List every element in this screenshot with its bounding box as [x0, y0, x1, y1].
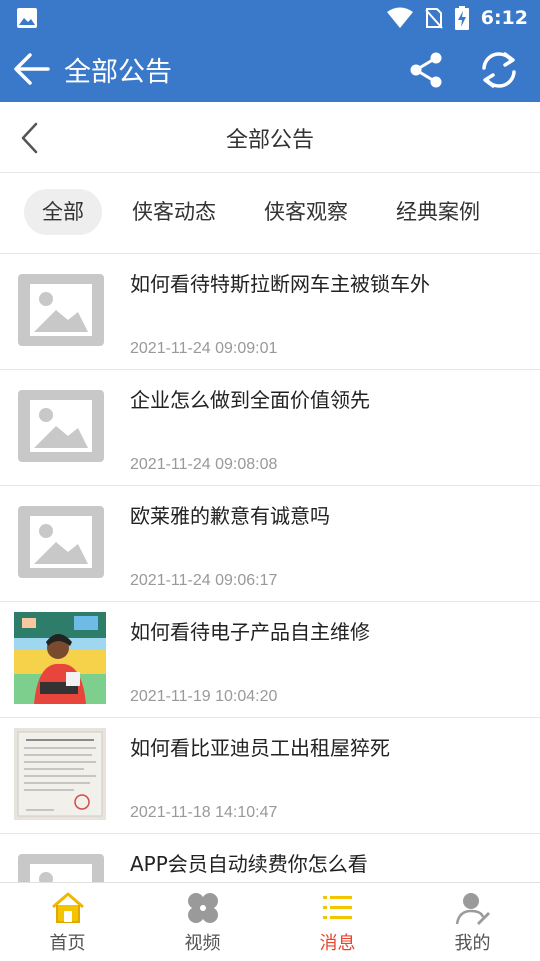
battery-charging-icon — [454, 6, 469, 30]
tab-all[interactable]: 全部 — [24, 189, 102, 235]
list-item[interactable]: 企业怎么做到全面价值领先 2021-11-24 09:08:08 — [0, 370, 540, 486]
bottom-nav: 首页 视频 消息 我的 — [0, 882, 540, 961]
tab-xiake-news[interactable]: 侠客动态 — [124, 189, 224, 235]
tab-xiake-observation[interactable]: 侠客观察 — [256, 189, 356, 235]
placeholder-image-icon — [16, 388, 106, 464]
nav-profile-label: 我的 — [454, 933, 491, 954]
list-item[interactable]: 如何看比亚迪员工出租屋猝死 2021-11-18 14:10:47 — [0, 718, 540, 834]
page-title: 全部公告 — [225, 128, 314, 153]
placeholder-image-icon — [16, 504, 106, 580]
document-photo-image — [14, 728, 106, 820]
status-bar: 6:12 — [0, 0, 540, 36]
status-time: 6:12 — [480, 7, 528, 29]
list-item[interactable]: 欧莱雅的歉意有诚意吗 2021-11-24 09:06:17 — [0, 486, 540, 602]
refresh-icon[interactable] — [478, 50, 520, 90]
message-list-icon — [322, 896, 352, 919]
profile-icon — [455, 893, 490, 925]
nav-video-label: 视频 — [184, 933, 221, 954]
article-date: 2021-11-18 14:10:47 — [130, 804, 278, 821]
nav-message-label: 消息 — [319, 933, 356, 954]
video-icon — [187, 893, 218, 923]
article-date: 2021-11-24 09:08:08 — [130, 456, 278, 473]
back-arrow-icon[interactable] — [12, 51, 50, 87]
placeholder-image-icon — [16, 272, 106, 348]
wifi-icon — [386, 7, 413, 28]
article-date: 2021-11-24 09:09:01 — [130, 340, 278, 357]
article-title: APP会员自动续费你怎么看 — [130, 852, 368, 876]
article-date: 2021-11-19 10:04:20 — [130, 688, 278, 705]
app-bar: 全部公告 — [0, 36, 540, 102]
article-date: 2021-11-24 09:06:17 — [130, 572, 278, 589]
no-sim-icon — [424, 8, 443, 29]
sub-header: 全部公告 — [0, 102, 540, 173]
article-list: 如何看待特斯拉断网车主被锁车外 2021-11-24 09:09:01 企业怎么… — [0, 254, 540, 949]
category-tabs: 全部 侠客动态 侠客观察 经典案例 — [0, 173, 540, 254]
article-title: 如何看比亚迪员工出租屋猝死 — [130, 736, 390, 760]
gallery-icon — [17, 8, 37, 28]
share-icon[interactable] — [406, 50, 446, 90]
home-icon — [51, 892, 84, 923]
nav-home[interactable]: 首页 — [0, 883, 135, 961]
repair-illustration-image — [14, 612, 106, 704]
article-title: 如何看待电子产品自主维修 — [130, 620, 370, 644]
article-title: 企业怎么做到全面价值领先 — [130, 388, 370, 412]
app-bar-title: 全部公告 — [64, 57, 172, 88]
nav-profile[interactable]: 我的 — [405, 883, 540, 961]
article-title: 欧莱雅的歉意有诚意吗 — [130, 504, 330, 528]
list-item[interactable]: 如何看待电子产品自主维修 2021-11-19 10:04:20 — [0, 602, 540, 718]
nav-video[interactable]: 视频 — [135, 883, 270, 961]
nav-home-label: 首页 — [49, 933, 86, 954]
list-item[interactable]: 如何看待特斯拉断网车主被锁车外 2021-11-24 09:09:01 — [0, 254, 540, 370]
nav-message[interactable]: 消息 — [270, 883, 405, 961]
article-title: 如何看待特斯拉断网车主被锁车外 — [130, 272, 430, 296]
tab-classic-cases[interactable]: 经典案例 — [388, 189, 488, 235]
